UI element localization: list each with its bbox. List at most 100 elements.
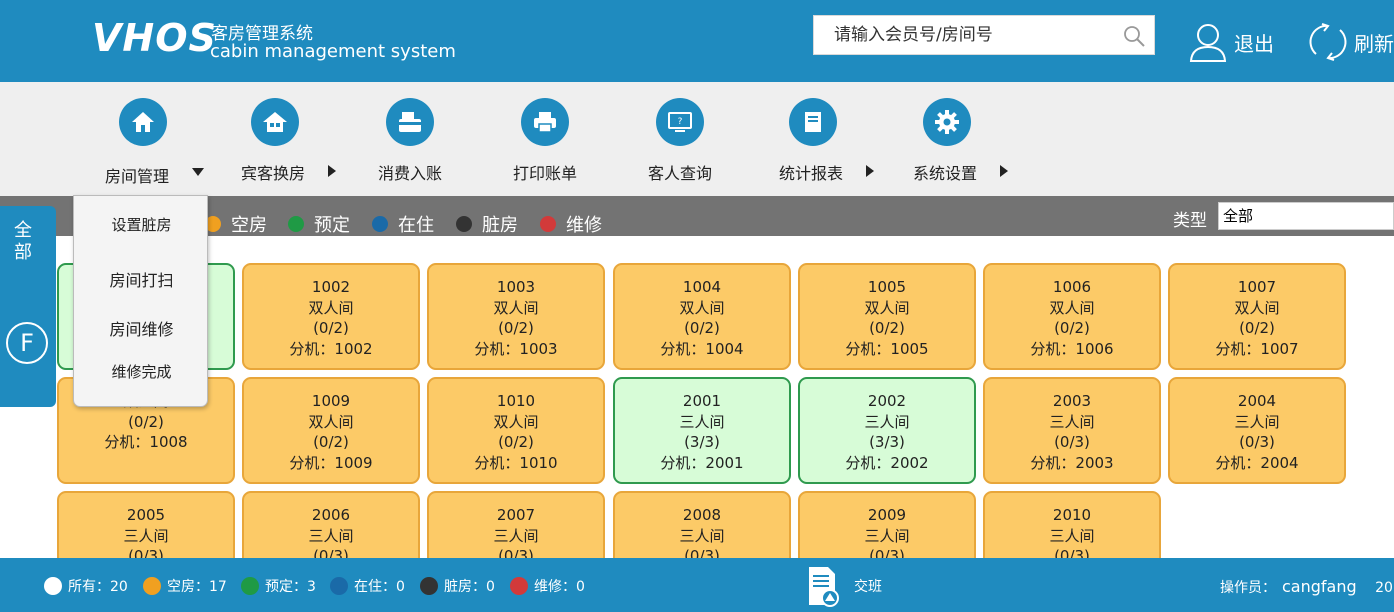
dirty-dot-icon [420,577,438,595]
handover-button[interactable]: 交班 [806,566,882,607]
toolbar-statistics-report[interactable]: 统计报表 [753,98,874,188]
toolbar-guest-room-change[interactable]: 宾客换房 [215,98,336,188]
room-card[interactable]: 2010 三人间 (0/3) [983,491,1161,558]
room-card[interactable]: 1003 双人间 (0/2) 分机：1003 [427,263,605,370]
room-card[interactable]: 1010 双人间 (0/2) 分机：1010 [427,377,605,484]
room-card[interactable]: 1005 双人间 (0/2) 分机：1005 [798,263,976,370]
legend-label: 在住 [398,215,434,236]
room-type: 三人间 [679,412,725,431]
legend-booked[interactable]: 预定 [288,212,350,236]
stat-label: 预定：3 [265,579,316,595]
toolbar-label: 房间管理 [104,167,169,186]
toolbar-label: 统计报表 [778,164,843,183]
room-card[interactable]: 1006 双人间 (0/2) 分机：1006 [983,263,1161,370]
toolbar-consumption-entry[interactable]: 消费入账 [350,98,470,188]
room-occupancy: (0/3) [1054,433,1090,451]
room-card[interactable]: 2006 三人间 (0/3) [242,491,420,558]
room-card[interactable]: 1009 双人间 (0/2) 分机：1009 [242,377,420,484]
main-toolbar: 房间管理 宾客换房 消费入账 打印账单 ? 客人查询 统计报表 系统设置 [0,82,1394,196]
room-occupancy: (0/3) [128,547,164,558]
app-window: VHOS 客房管理系统 cabin management system 退出 [0,0,1394,612]
svg-text:?: ? [678,117,683,127]
toolbar-print-bill[interactable]: 打印账单 [485,98,605,188]
room-number: 2002 [867,392,907,410]
legend-vacant[interactable]: 空房 [205,212,267,236]
room-card[interactable]: 2005 三人间 (0/3) [57,491,235,558]
menu-item-maintenance-done[interactable]: 维修完成 [74,361,209,382]
home-icon [119,98,167,146]
room-occupancy: (0/3) [1239,433,1275,451]
room-card[interactable]: 2009 三人间 (0/3) [798,491,976,558]
room-card[interactable]: 1007 双人间 (0/2) 分机：1007 [1168,263,1346,370]
logout-button[interactable]: 退出 [1188,20,1274,64]
refresh-label: 刷新 [1354,31,1394,56]
room-number: 2003 [1052,392,1092,410]
room-occupancy: (3/3) [869,433,905,451]
status-filter-bar: 空房 预定 在住 脏房 维修 类型 全部 [0,196,1394,236]
caret-right-icon[interactable] [328,165,336,177]
search-icon[interactable] [1122,24,1146,48]
room-extension: 分机：1004 [660,339,744,358]
stat-vacant: 空房：17 [143,576,227,596]
room-extension: 分机：1002 [289,339,373,358]
menu-item-room-maintenance[interactable]: 房间维修 [74,316,209,340]
handover-document-icon [809,567,839,607]
search-input[interactable] [814,16,1114,54]
printer-icon [521,98,569,146]
room-number: 2007 [496,506,536,524]
caret-down-icon[interactable] [192,168,204,176]
legend-occupied[interactable]: 在住 [372,212,434,236]
legend-maintenance[interactable]: 维修 [540,212,602,236]
toolbar-system-settings[interactable]: 系统设置 [887,98,1008,188]
all-floors-tab[interactable]: 全部 [12,220,34,264]
stat-label: 维修：0 [534,579,585,595]
date-partial: 201 [1375,580,1394,596]
legend-label: 维修 [566,215,602,236]
room-card[interactable]: 2003 三人间 (0/3) 分机：2003 [983,377,1161,484]
room-extension: 分机：2001 [660,453,744,472]
menu-item-room-cleaning[interactable]: 房间打扫 [74,267,209,291]
room-card[interactable]: 1002 双人间 (0/2) 分机：1002 [242,263,420,370]
room-card[interactable]: 2007 三人间 (0/3) [427,491,605,558]
booked-dot-icon [288,216,304,232]
type-select[interactable]: 全部 [1218,202,1394,230]
room-type: 三人间 [864,526,910,545]
type-label: 类型 [1173,211,1207,231]
room-card[interactable]: 2008 三人间 (0/3) [613,491,791,558]
menu-item-set-dirty[interactable]: 设置脏房 [74,214,209,235]
room-card[interactable]: 1004 双人间 (0/2) 分机：1004 [613,263,791,370]
legend-dirty[interactable]: 脏房 [456,212,518,236]
stat-occupied: 在住：0 [330,576,405,596]
room-occupancy: (0/2) [128,412,164,431]
room-type: 三人间 [864,412,910,431]
room-number: 1007 [1237,278,1277,296]
caret-right-icon[interactable] [866,165,874,177]
room-extension: 分机：1003 [474,339,558,358]
room-card[interactable]: 2001 三人间 (3/3) 分机：2001 [613,377,791,484]
all-dot-icon [44,577,62,595]
room-type: 三人间 [1049,412,1095,431]
room-card[interactable]: 2004 三人间 (0/3) 分机：2004 [1168,377,1346,484]
refresh-button[interactable]: 刷新 [1308,20,1394,64]
monitor-query-icon: ? [656,98,704,146]
toolbar-guest-query[interactable]: ? 客人查询 [620,98,740,188]
stat-maintenance: 维修：0 [510,576,585,596]
logo-subtitle-en: cabin management system [210,41,456,62]
toolbar-label: 宾客换房 [240,164,305,183]
caret-right-icon[interactable] [1000,165,1008,177]
occupied-dot-icon [372,216,388,232]
room-occupancy: (0/2) [684,319,720,337]
room-occupancy: (0/2) [313,433,349,451]
search-box [813,15,1155,55]
toolbar-label: 打印账单 [512,164,577,183]
stat-label: 空房：17 [167,579,227,595]
booked-dot-icon [241,577,259,595]
room-type: 三人间 [493,526,539,545]
room-number: 2010 [1052,506,1092,524]
room-type: 三人间 [308,526,354,545]
room-card[interactable]: 2002 三人间 (3/3) 分机：2002 [798,377,976,484]
stat-booked: 预定：3 [241,576,316,596]
stat-dirty: 脏房：0 [420,576,495,596]
toolbar-room-management[interactable]: 房间管理 [83,98,204,188]
floor-f-button[interactable]: F [6,322,48,364]
